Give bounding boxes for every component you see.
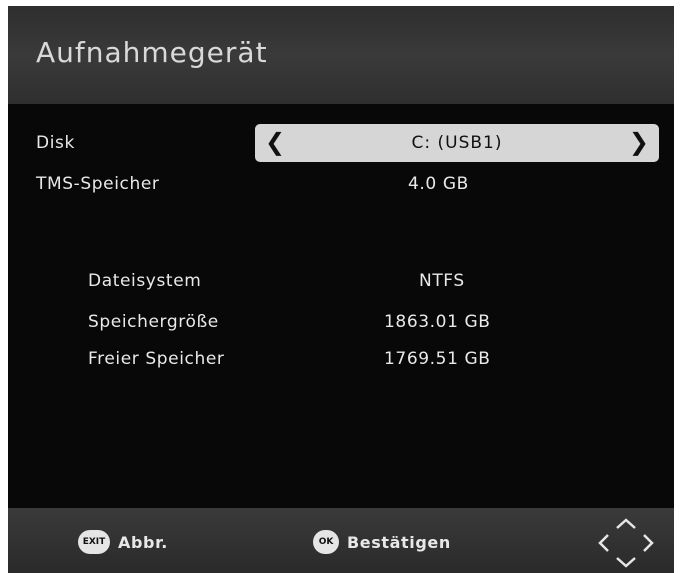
settings-panel — [8, 104, 674, 508]
filesystem-label: Dateisystem — [88, 271, 202, 291]
ok-hint[interactable]: OK Bestätigen — [313, 530, 451, 554]
ok-key-icon: OK — [313, 530, 339, 554]
disk-label: Disk — [36, 133, 75, 153]
directional-arrows-icon — [598, 516, 654, 570]
chevron-right-icon[interactable]: ❯ — [629, 128, 649, 156]
filesystem-value: NTFS — [419, 271, 465, 291]
exit-key-icon: EXIT — [78, 530, 110, 554]
free-value: 1769.51 GB — [384, 349, 491, 369]
page-title: Aufnahmegerät — [36, 36, 268, 69]
title-bar: Aufnahmegerät — [8, 6, 674, 104]
size-value: 1863.01 GB — [384, 312, 491, 332]
recording-device-window: Aufnahmegerät Disk ❮ C: (USB1) ❯ TMS-Spe… — [8, 6, 674, 573]
ok-label: Bestätigen — [347, 532, 451, 552]
free-label: Freier Speicher — [88, 349, 225, 369]
tms-value: 4.0 GB — [408, 174, 469, 194]
footer-bar: EXIT Abbr. OK Bestätigen — [8, 508, 674, 573]
tms-label: TMS-Speicher — [36, 174, 160, 194]
disk-selector[interactable]: ❮ C: (USB1) ❯ — [255, 124, 659, 162]
exit-hint[interactable]: EXIT Abbr. — [78, 530, 168, 554]
exit-label: Abbr. — [118, 532, 168, 552]
disk-value: C: (USB1) — [411, 133, 503, 153]
size-label: Speichergröße — [88, 312, 219, 332]
